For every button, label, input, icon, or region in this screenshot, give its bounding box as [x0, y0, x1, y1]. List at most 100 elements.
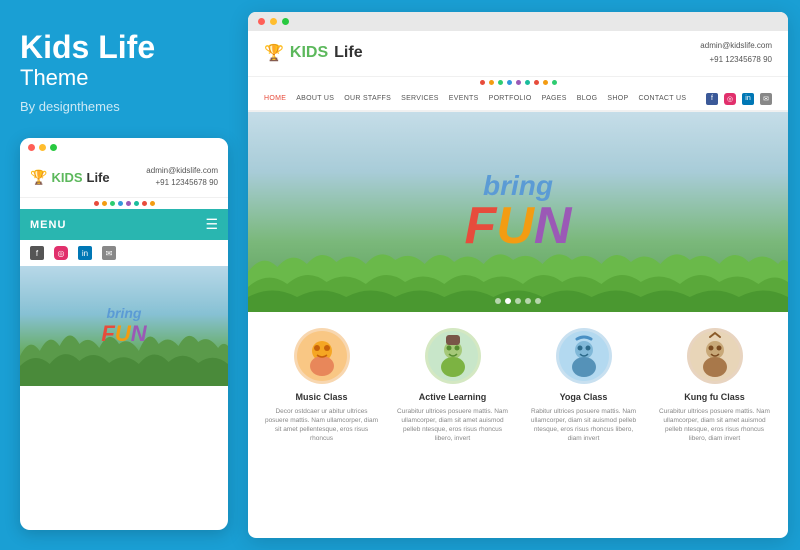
brand-title: Kids Life: [20, 30, 228, 65]
fun-letter-f: F: [465, 200, 497, 252]
nav-pages[interactable]: PAGES: [542, 95, 567, 102]
nav-home[interactable]: HOME: [264, 95, 286, 102]
fun-f: F: [101, 321, 114, 347]
polka-dot: [525, 80, 530, 85]
header-polka-dots: [248, 77, 788, 88]
mobile-hero-text: bring FUN: [101, 305, 146, 347]
music-class-item: Music Class Decor ostdcaer ur abitur ult…: [264, 328, 379, 443]
polka-dot: [102, 201, 107, 206]
polka-dot: [516, 80, 521, 85]
nav-linkedin-icon[interactable]: in: [742, 93, 754, 105]
nav-services[interactable]: SERVICES: [401, 95, 439, 102]
site-nav: HOME ABOUT US OUR STAFFS SERVICES EVENTS…: [248, 88, 788, 112]
browser-dot-red: [258, 18, 265, 25]
kungfu-class-avatar: [687, 328, 743, 384]
mobile-phone: +91 12345678 90: [146, 177, 218, 189]
yoga-class-desc: Rabitur ultrices posuere mattis. Nam ull…: [526, 407, 641, 443]
slider-dot[interactable]: [535, 298, 541, 304]
mobile-email: admin@kidslife.com: [146, 165, 218, 177]
site-hero: bring FUN: [248, 112, 788, 312]
nav-email-icon[interactable]: ✉: [760, 93, 772, 105]
mobile-logo-life: Life: [87, 170, 110, 185]
nav-portfolio[interactable]: PORTFOLIO: [489, 95, 532, 102]
polka-dot: [110, 201, 115, 206]
slider-dot[interactable]: [515, 298, 521, 304]
polka-dot: [150, 201, 155, 206]
fun-letter-n: N: [534, 200, 572, 252]
brand-by: By designthemes: [20, 99, 228, 114]
polka-dot: [480, 80, 485, 85]
mobile-hero-wrapper: bring FUN: [20, 266, 228, 386]
hamburger-icon[interactable]: ☰: [205, 216, 218, 233]
site-trophy-icon: 🏆: [264, 43, 284, 63]
mobile-top-bar: [20, 138, 228, 157]
yoga-class-name: Yoga Class: [526, 392, 641, 402]
hero-text: bring FUN: [465, 172, 572, 252]
active-learning-item: Active Learning Curabitur ultrices posue…: [395, 328, 510, 443]
browser-window: 🏆 KIDS Life admin@kidslife.com +91 12345…: [248, 12, 788, 538]
left-panel: Kids Life Theme By designthemes 🏆 KIDS L…: [0, 0, 248, 550]
mobile-hero: bring FUN: [20, 266, 228, 386]
nav-about[interactable]: ABOUT US: [296, 95, 334, 102]
kungfu-class-desc: Curabitur ultrices posuere mattis. Nam u…: [657, 407, 772, 443]
mobile-header: 🏆 KIDS Life admin@kidslife.com +91 12345…: [20, 157, 228, 198]
active-learning-avatar: [425, 328, 481, 384]
hero-fun: FUN: [465, 200, 572, 252]
classes-section: Music Class Decor ostdcaer ur abitur ult…: [248, 312, 788, 459]
nav-shop[interactable]: SHOP: [607, 95, 628, 102]
slider-dot[interactable]: [495, 298, 501, 304]
linkedin-icon[interactable]: in: [78, 246, 92, 260]
polka-dot: [507, 80, 512, 85]
dot-yellow: [39, 144, 46, 151]
music-class-name: Music Class: [264, 392, 379, 402]
polka-dot: [543, 80, 548, 85]
right-panel: 🏆 KIDS Life admin@kidslife.com +91 12345…: [248, 0, 800, 550]
slider-dot[interactable]: [525, 298, 531, 304]
polka-dot: [498, 80, 503, 85]
browser-dot-green: [282, 18, 289, 25]
fun-u: U: [115, 321, 131, 347]
fun-letter-u: U: [496, 200, 534, 252]
email-icon[interactable]: ✉: [102, 246, 116, 260]
facebook-icon[interactable]: f: [30, 246, 44, 260]
mobile-fun-text: FUN: [101, 321, 146, 347]
nav-events[interactable]: EVENTS: [449, 95, 479, 102]
polka-dot: [534, 80, 539, 85]
site-logo: 🏆 KIDS Life: [264, 43, 363, 63]
music-class-avatar: [294, 328, 350, 384]
nav-instagram-icon[interactable]: ◎: [724, 93, 736, 105]
mobile-logo-kids: KIDS: [51, 170, 82, 185]
site-email: admin@kidslife.com: [700, 39, 772, 53]
mobile-preview: 🏆 KIDS Life admin@kidslife.com +91 12345…: [20, 138, 228, 530]
active-learning-name: Active Learning: [395, 392, 510, 402]
nav-contact[interactable]: CONTACT US: [638, 95, 686, 102]
polka-dot: [489, 80, 494, 85]
nav-staffs[interactable]: OUR STAFFS: [344, 95, 391, 102]
slider-dots: [495, 298, 541, 304]
music-class-desc: Decor ostdcaer ur abitur ultrices posuer…: [264, 407, 379, 443]
fun-n: N: [131, 321, 147, 347]
mobile-bring-text: bring: [101, 305, 146, 321]
site-header: 🏆 KIDS Life admin@kidslife.com +91 12345…: [248, 31, 788, 77]
mobile-polka-dots: [20, 198, 228, 209]
hero-bring: bring: [465, 172, 572, 200]
nav-facebook-icon[interactable]: f: [706, 93, 718, 105]
mobile-social: f ◎ in ✉: [20, 240, 228, 266]
dot-green: [50, 144, 57, 151]
slider-dot-active[interactable]: [505, 298, 511, 304]
nav-social: f ◎ in ✉: [706, 93, 772, 105]
active-learning-desc: Curabitur ultrices posuere mattis. Nam u…: [395, 407, 510, 443]
kungfu-class-item: Kung fu Class Curabitur ultrices posuere…: [657, 328, 772, 443]
polka-dot: [94, 201, 99, 206]
polka-dot: [126, 201, 131, 206]
nav-blog[interactable]: BLOG: [577, 95, 598, 102]
yoga-class-item: Yoga Class Rabitur ultrices posuere matt…: [526, 328, 641, 443]
browser-dot-yellow: [270, 18, 277, 25]
brand-subtitle: Theme: [20, 65, 228, 91]
polka-dot: [118, 201, 123, 206]
mobile-contact: admin@kidslife.com +91 12345678 90: [146, 165, 218, 189]
yoga-class-avatar: [556, 328, 612, 384]
kungfu-class-name: Kung fu Class: [657, 392, 772, 402]
dot-red: [28, 144, 35, 151]
instagram-icon[interactable]: ◎: [54, 246, 68, 260]
